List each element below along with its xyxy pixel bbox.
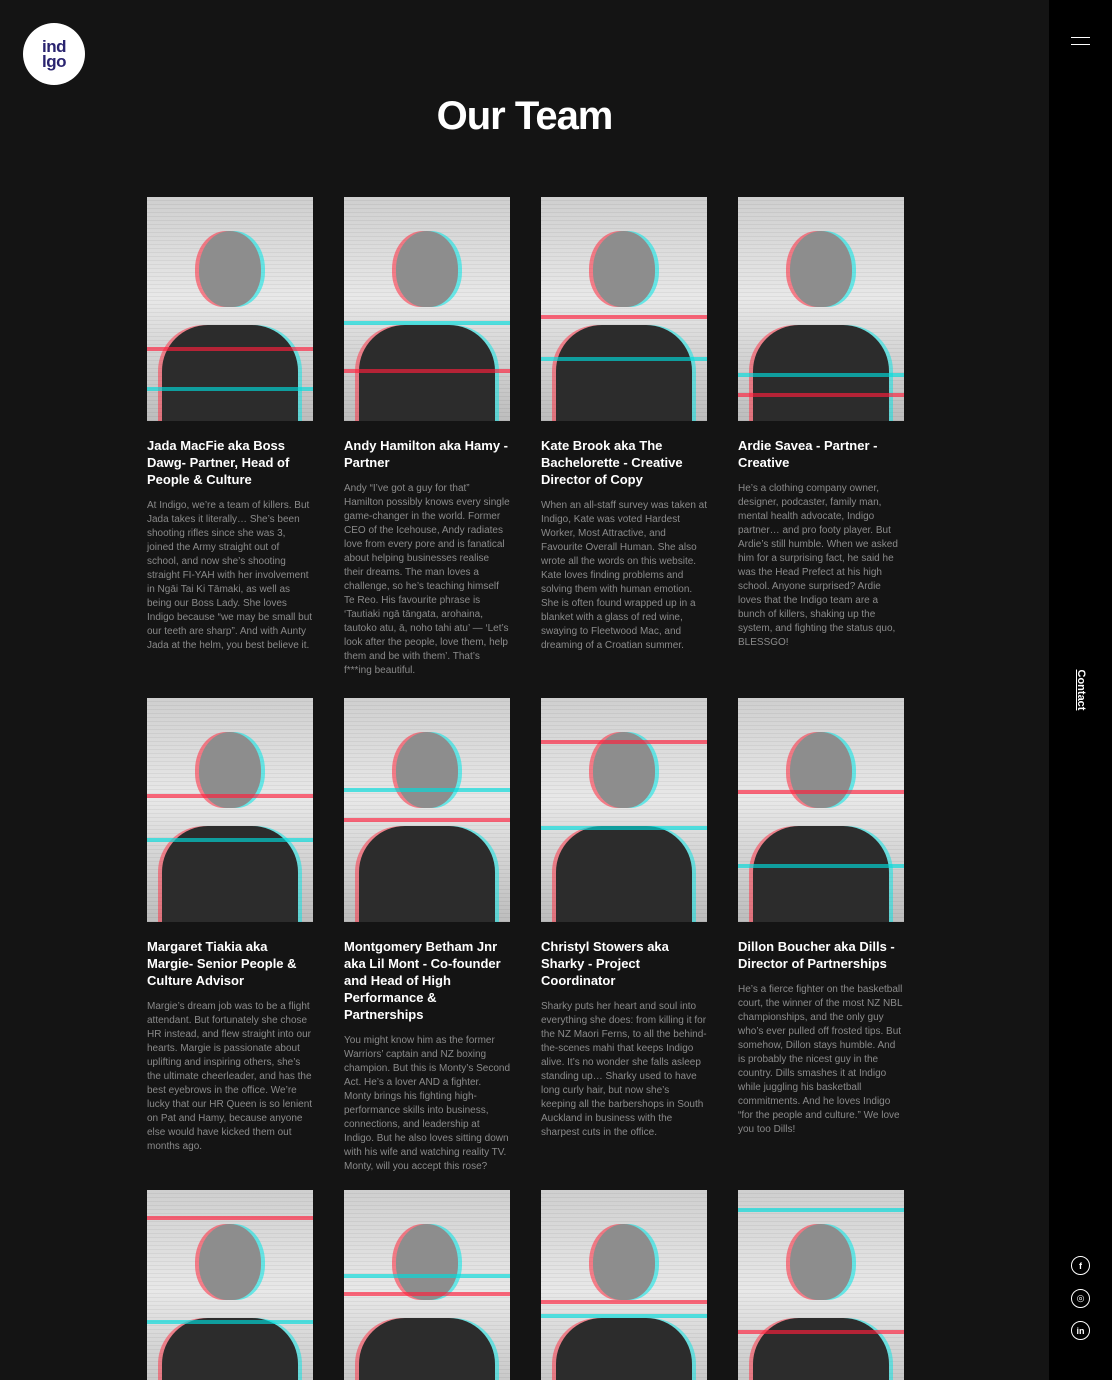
team-member-name: Andy Hamilton aka Hamy - Partner <box>344 438 508 470</box>
team-member-bio: When an all-staff survey was taken at In… <box>541 500 708 651</box>
team-member-card[interactable] <box>738 1190 904 1380</box>
team-member-name: Jada MacFie aka Boss Dawg- Partner, Head… <box>147 438 290 487</box>
hamburger-icon[interactable] <box>1071 37 1090 45</box>
team-member-card[interactable]: Andy Hamilton aka Hamy - Partner Andy “I… <box>344 197 510 678</box>
main-content: ind lgo Our Team Jada MacFie aka Boss Da… <box>0 0 1049 1380</box>
page-title: Our Team <box>436 94 614 138</box>
team-member-photo <box>344 1190 510 1380</box>
instagram-icon[interactable]: ◎ <box>1071 1289 1090 1308</box>
team-member-photo <box>147 197 313 421</box>
team-member-photo <box>541 1190 707 1380</box>
team-member-bio: You might know him as the former Warrior… <box>344 1035 511 1172</box>
team-member-card[interactable]: Margaret Tiakia aka Margie- Senior Peopl… <box>147 698 313 1154</box>
team-member-name: Dillon Boucher aka Dills - Director of P… <box>738 939 895 971</box>
team-member-photo <box>147 1190 313 1380</box>
team-member-card[interactable] <box>147 1190 313 1380</box>
team-member-name: Montgomery Betham Jnr aka Lil Mont - Co-… <box>344 939 501 1022</box>
team-member-card[interactable] <box>541 1190 707 1380</box>
team-member-photo <box>738 698 904 922</box>
contact-link[interactable]: Contact <box>1075 670 1087 711</box>
team-member-name: Kate Brook aka The Bachelorette - Creati… <box>541 438 683 487</box>
team-member-card[interactable]: Kate Brook aka The Bachelorette - Creati… <box>541 197 707 653</box>
team-member-photo <box>344 197 510 421</box>
team-member-photo <box>738 197 904 421</box>
team-member-bio: Andy “I’ve got a guy for that” Hamilton … <box>344 483 510 676</box>
team-member-photo <box>541 197 707 421</box>
indigo-logo[interactable]: ind lgo <box>23 23 85 85</box>
team-member-name: Christyl Stowers aka Sharky - Project Co… <box>541 939 669 988</box>
facebook-icon[interactable]: f <box>1071 1256 1090 1275</box>
team-member-bio: Sharky puts her heart and soul into ever… <box>541 1001 707 1138</box>
linkedin-icon[interactable]: in <box>1071 1321 1090 1340</box>
team-member-bio: Margie’s dream job was to be a flight at… <box>147 1001 313 1152</box>
team-member-card[interactable]: Christyl Stowers aka Sharky - Project Co… <box>541 698 707 1140</box>
team-member-photo <box>738 1190 904 1380</box>
team-member-photo <box>147 698 313 922</box>
team-member-name: Margaret Tiakia aka Margie- Senior Peopl… <box>147 939 297 988</box>
team-member-name: Ardie Savea - Partner - Creative <box>738 438 878 470</box>
team-member-card[interactable]: Dillon Boucher aka Dills - Director of P… <box>738 698 904 1137</box>
team-member-bio: He’s a fierce fighter on the basketball … <box>738 984 903 1135</box>
team-member-bio: At Indigo, we’re a team of killers. But … <box>147 500 313 651</box>
team-member-photo <box>344 698 510 922</box>
team-member-bio: He’s a clothing company owner, designer,… <box>738 483 898 648</box>
team-member-photo <box>541 698 707 922</box>
team-member-card[interactable]: Montgomery Betham Jnr aka Lil Mont - Co-… <box>344 698 510 1174</box>
team-member-card[interactable] <box>344 1190 510 1380</box>
team-member-card[interactable]: Jada MacFie aka Boss Dawg- Partner, Head… <box>147 197 313 653</box>
logo-text-bottom: lgo <box>42 52 67 71</box>
team-member-card[interactable]: Ardie Savea - Partner - Creative He’s a … <box>738 197 904 650</box>
